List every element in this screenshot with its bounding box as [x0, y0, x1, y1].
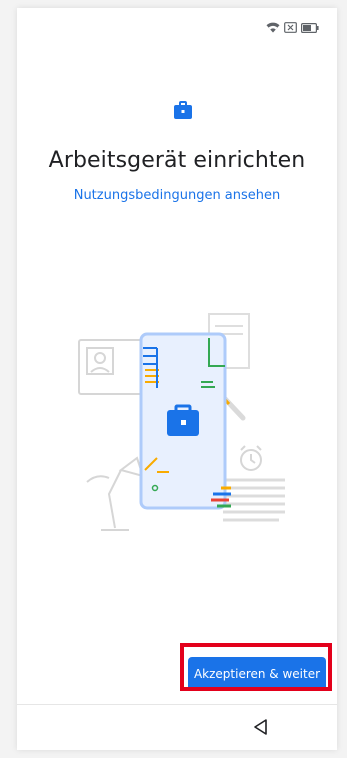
battery-icon — [301, 22, 319, 33]
setup-screen: Arbeitsgerät einrichten Nutzungsbedingun… — [17, 8, 337, 750]
accept-continue-button[interactable]: Akzeptieren & weiter — [188, 657, 326, 691]
status-bar — [17, 8, 337, 44]
briefcase-icon — [174, 101, 192, 119]
list-lines-graphic — [223, 478, 285, 522]
work-device-illustration — [78, 313, 285, 531]
terms-link[interactable]: Nutzungsbedingungen ansehen — [17, 188, 337, 203]
page-title: Arbeitsgerät einrichten — [48, 148, 306, 173]
back-triangle-icon[interactable] — [251, 717, 271, 737]
alarm-clock-graphic — [240, 445, 262, 471]
desk-lamp-graphic — [86, 456, 145, 531]
no-sim-icon — [284, 22, 297, 33]
nav-divider — [17, 704, 337, 705]
status-icons — [266, 22, 319, 33]
wifi-icon — [266, 22, 280, 33]
phone-graphic — [139, 332, 231, 510]
